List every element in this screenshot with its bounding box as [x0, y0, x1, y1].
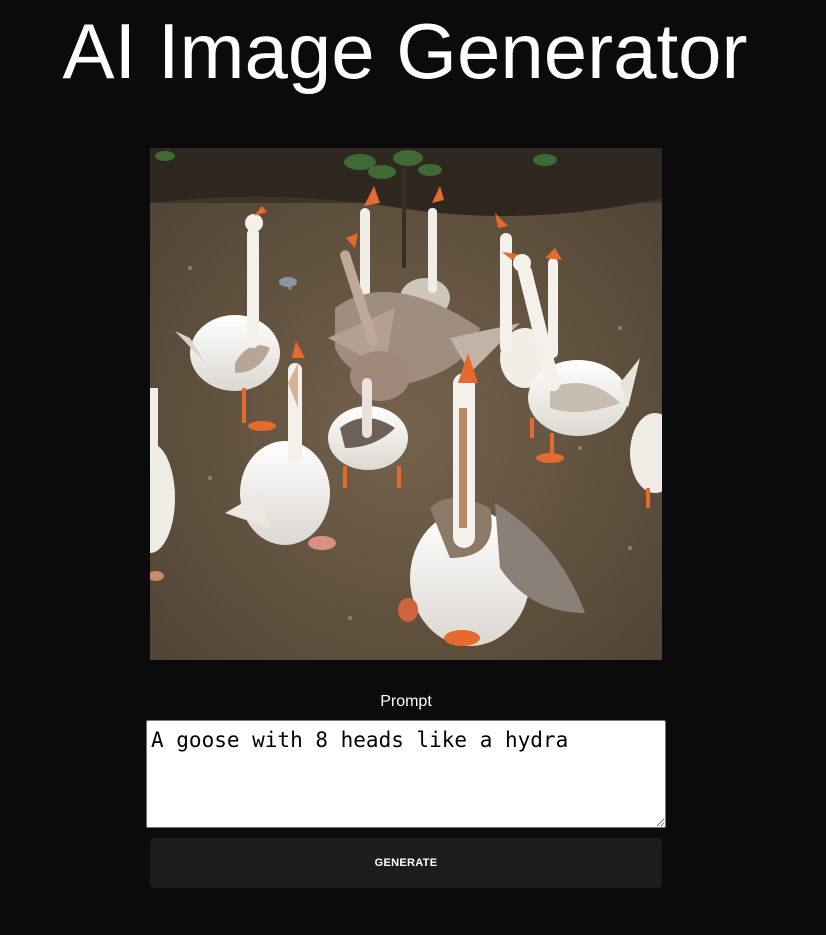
prompt-textarea[interactable]: A goose with 8 heads like a hydra — [146, 720, 666, 828]
page-title: AI Image Generator — [62, 7, 748, 95]
prompt-label: Prompt — [380, 693, 432, 710]
generate-button[interactable]: GENERATE — [150, 838, 662, 888]
goose-flock-image — [150, 148, 662, 660]
generated-image — [150, 148, 662, 660]
